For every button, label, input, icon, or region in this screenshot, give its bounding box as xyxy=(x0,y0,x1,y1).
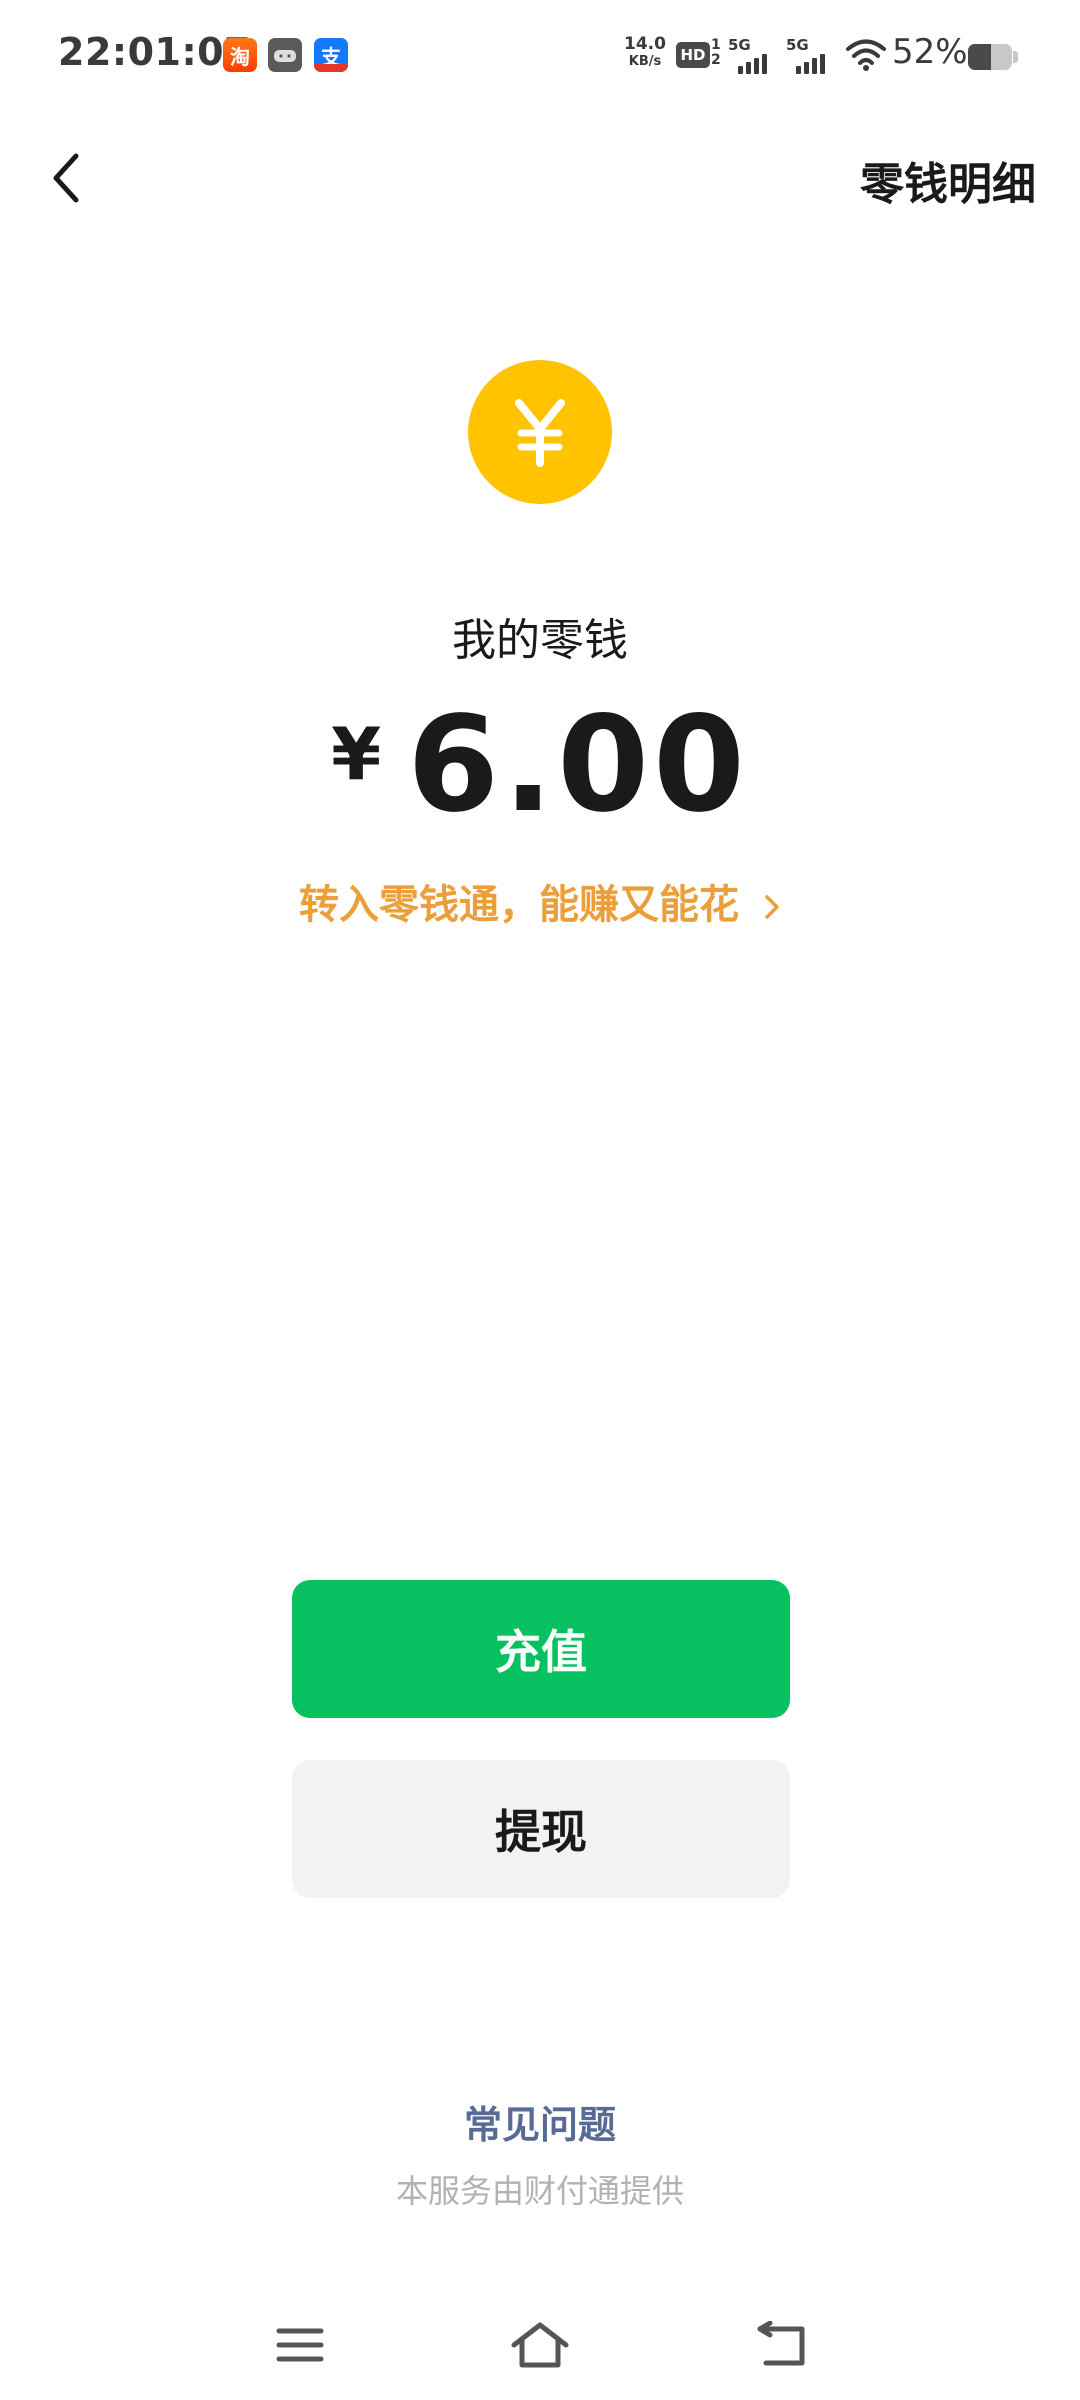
signal-icon: 5G xyxy=(786,36,836,74)
hd-voice-icon: HD xyxy=(676,42,710,68)
alipay-icon: 支 xyxy=(314,38,348,72)
taobao-icon: 淘 xyxy=(223,38,257,72)
hd-sim-index: 12 xyxy=(711,37,721,68)
back-button[interactable] xyxy=(30,138,100,218)
recent-apps-button[interactable] xyxy=(260,2310,340,2380)
system-nav-bar xyxy=(0,2290,1080,2400)
provider-note: 本服务由财付通提供 xyxy=(395,2172,684,2210)
back-icon xyxy=(757,2321,805,2366)
chevron-right-icon xyxy=(765,895,779,919)
system-back-button[interactable] xyxy=(742,2310,822,2380)
wifi-icon xyxy=(846,39,886,71)
promo-text: 转入零钱通，能赚又能花 xyxy=(299,882,740,928)
chevron-left-icon xyxy=(53,153,79,203)
header: 零钱明细 xyxy=(0,116,1080,246)
lingqiantong-promo-link[interactable]: 转入零钱通，能赚又能花 xyxy=(0,872,1080,930)
faq-link[interactable]: 常见问题 xyxy=(0,2094,1080,2149)
recharge-button[interactable]: 充值 xyxy=(292,1580,790,1718)
status-bar: 22:01:07 淘 支 14.0 KB/s HD 12 5G 5G 52% xyxy=(0,0,1080,116)
withdraw-button[interactable]: 提现 xyxy=(292,1760,790,1898)
menu-icon xyxy=(276,2328,324,2362)
balance-label: 我的零钱 xyxy=(452,615,628,666)
balance-amount: 6.00 xyxy=(407,688,749,842)
transaction-details-link[interactable]: 零钱明细 xyxy=(860,148,1036,212)
yuan-coin-icon xyxy=(468,360,612,504)
battery-percent: 52% xyxy=(892,32,968,72)
battery-tip xyxy=(1013,51,1018,63)
balance-amount-row: ¥ 6.00 xyxy=(0,690,1080,840)
network-speed: 14.0 KB/s xyxy=(624,34,666,70)
home-button[interactable] xyxy=(500,2310,580,2380)
battery-icon xyxy=(968,44,1012,70)
currency-sign: ¥ xyxy=(331,712,382,796)
home-icon xyxy=(511,2322,569,2368)
signal-icon: 5G xyxy=(728,36,778,74)
game-icon xyxy=(268,38,302,72)
wallet-balance-page: 22:01:07 淘 支 14.0 KB/s HD 12 5G 5G 52% 零… xyxy=(0,0,1080,2400)
